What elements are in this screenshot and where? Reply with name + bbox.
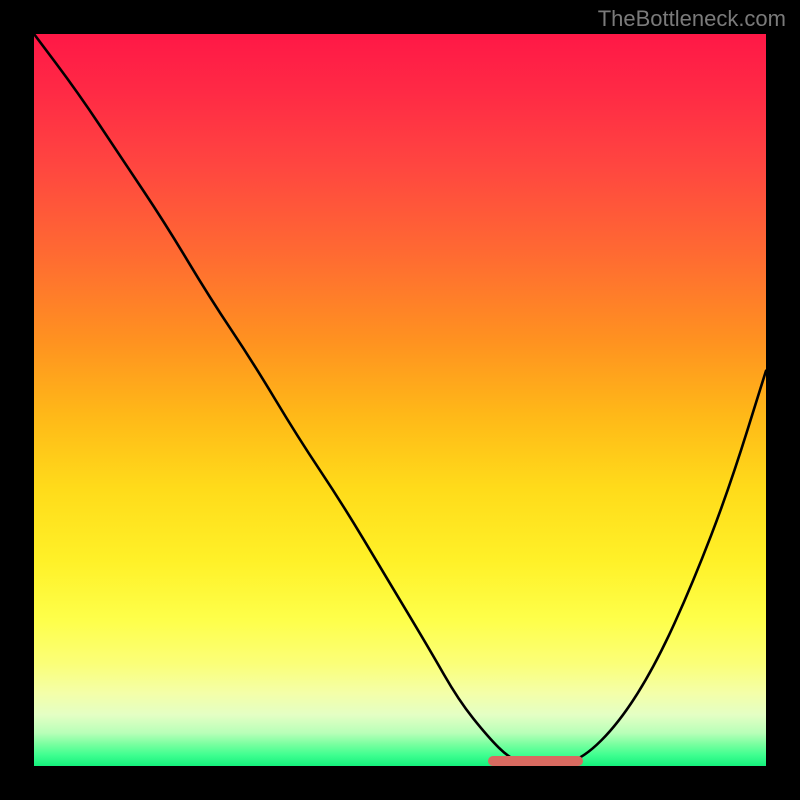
plot-area (34, 34, 766, 766)
watermark-text: TheBottleneck.com (598, 6, 786, 32)
bottleneck-curve (34, 34, 766, 766)
optimal-range-marker (488, 756, 583, 766)
